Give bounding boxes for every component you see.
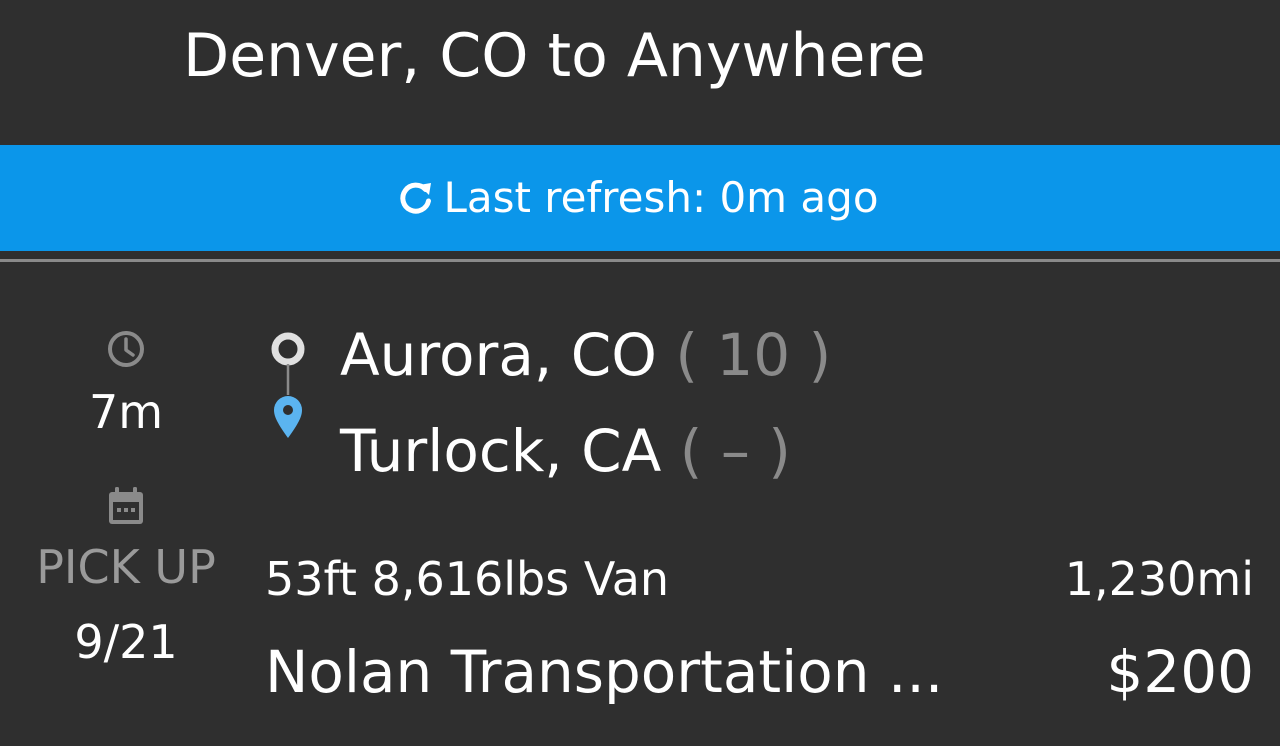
map-pin-icon <box>274 396 302 438</box>
clock-icon <box>106 329 146 373</box>
origin-deadhead: ( 10 ) <box>675 321 832 389</box>
destination-deadhead: ( – ) <box>679 417 791 485</box>
destination-location: Turlock, CA ( – ) <box>340 416 791 486</box>
load-rate: $200 <box>1106 638 1254 706</box>
pickup-date: 9/21 <box>74 615 178 669</box>
refresh-bar[interactable]: Last refresh: 0m ago <box>0 145 1280 251</box>
page-title: Denver, CO to Anywhere <box>183 21 926 91</box>
company-name: Nolan Transportation ... <box>265 638 944 706</box>
calendar-icon <box>107 486 145 530</box>
origin-city: Aurora, CO <box>340 321 657 389</box>
origin-circle-icon <box>271 332 305 366</box>
refresh-text: Last refresh: 0m ago <box>443 173 879 222</box>
equipment-details: 53ft 8,616lbs Van <box>265 552 670 606</box>
load-meta: 7m PICK UP 9/21 <box>0 262 252 746</box>
header: Denver, CO to Anywhere <box>0 0 1280 145</box>
origin-location: Aurora, CO ( 10 ) <box>340 320 831 390</box>
load-card[interactable]: 7m PICK UP 9/21 Aurora, CO (10) Turloc… <box>0 262 1280 746</box>
load-age: 7m <box>88 385 164 439</box>
pickup-label: PICK UP <box>36 540 216 594</box>
load-board-screen: Denver, CO to Anywhere Last refresh: 0m … <box>0 0 1280 746</box>
destination-city: Turlock, CA <box>340 417 662 485</box>
route-icons <box>264 332 312 446</box>
refresh-status[interactable]: Last refresh: 0m ago <box>395 173 879 223</box>
refresh-icon[interactable] <box>395 177 437 219</box>
trip-distance: 1,230mi <box>1064 552 1254 606</box>
